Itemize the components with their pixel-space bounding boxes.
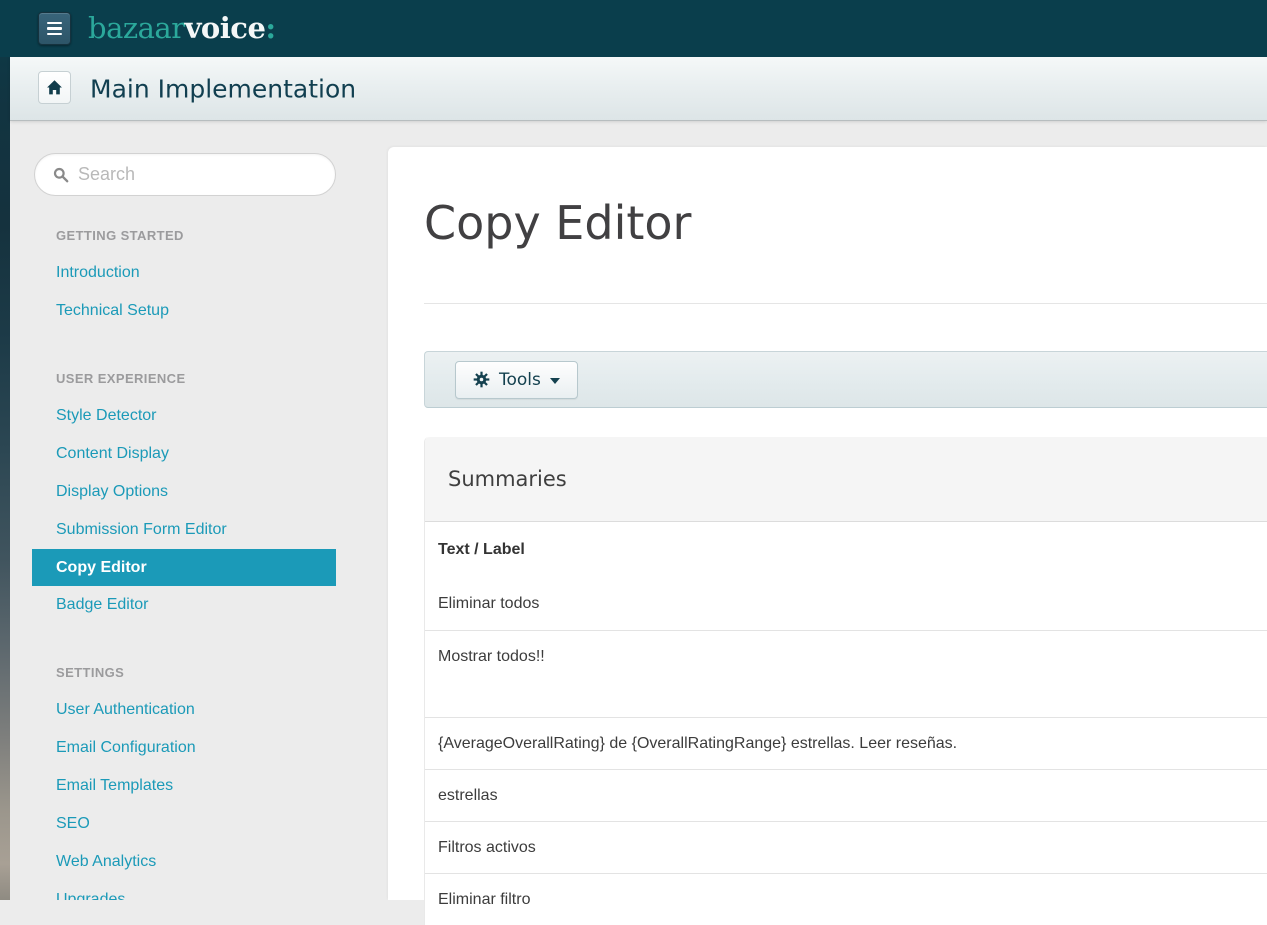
logo-text-bazaar: bazaar (88, 10, 185, 45)
sidebar-item-submission-form-editor[interactable]: Submission Form Editor (56, 511, 388, 549)
sidebar-section-label: USER EXPERIENCE (56, 370, 186, 386)
summaries-panel: Summaries Text / Label Eliminar todos Mos… (424, 437, 1267, 925)
sidebar-item-web-analytics[interactable]: Web Analytics (56, 843, 388, 881)
content-area: GETTING STARTED IntroductionTechnical Set… (10, 122, 1267, 925)
table-column-header: Text / Label (425, 522, 1267, 578)
table-row[interactable]: estrellas (425, 769, 1267, 821)
tools-button[interactable]: Tools (455, 360, 578, 399)
sidebar-item-upgrades[interactable]: Upgrades (56, 881, 388, 900)
table-row[interactable]: Eliminar filtro (425, 873, 1267, 925)
sidebar-section: SETTINGS User Authentication Email Configu… (56, 653, 388, 901)
sidebar-item-badge-editor[interactable]: Badge Editor (56, 586, 388, 624)
logo-text-voice: voice (184, 10, 266, 45)
sidebar-section: USER EXPERIENCE Style Detector Content Dis… (32, 359, 388, 624)
copy-table: Eliminar todos Mostrar todos!! {AverageOve… (425, 578, 1267, 925)
logo-colon: : (265, 10, 276, 45)
sidebar-item-introduction[interactable]: Introduction (56, 254, 388, 292)
main-content: Copy Editor Tools Summaries Text / Label… (388, 147, 1267, 925)
implementation-title: Main Implementation (90, 74, 357, 103)
home-icon (47, 80, 62, 95)
search-box (34, 153, 336, 196)
search-icon (53, 167, 69, 182)
sidebar-item-display-options[interactable]: Display Options (56, 473, 388, 511)
toolbar: Tools (424, 351, 1267, 408)
top-header: bazaarvoice: (0, 0, 1267, 57)
sidebar-item-email-configuration[interactable]: Email Configuration (56, 729, 388, 767)
panel-header: Summaries (425, 437, 1267, 522)
table-row[interactable]: Mostrar todos!! (425, 630, 1267, 717)
implementation-header: Main Implementation (10, 57, 1267, 121)
divider (424, 303, 1267, 304)
table-row[interactable]: Filtros activos (425, 821, 1267, 873)
sidebar: GETTING STARTED IntroductionTechnical Set… (10, 122, 388, 900)
table-row[interactable]: Eliminar todos (425, 578, 1267, 630)
page-title: Copy Editor (424, 196, 692, 250)
sidebar-item-user-authentication[interactable]: User Authentication (56, 691, 388, 729)
table-row[interactable]: {AverageOverallRating} de {OverallRating… (425, 717, 1267, 769)
bazaarvoice-logo: bazaarvoice: (88, 13, 276, 42)
sidebar-section-label: GETTING STARTED (56, 227, 184, 243)
sidebar-item-technical-setup[interactable]: Technical Setup (56, 292, 388, 330)
sidebar-item-seo[interactable]: SEO (56, 805, 388, 843)
background-page-strip (0, 0, 10, 900)
gear-icon (473, 371, 490, 388)
panel-title: Summaries (448, 467, 567, 491)
sidebar-item-email-templates[interactable]: Email Templates (56, 767, 388, 805)
tools-button-label: Tools (499, 369, 541, 390)
home-button[interactable] (38, 71, 71, 104)
menu-button[interactable] (38, 12, 71, 45)
sidebar-item-style-detector[interactable]: Style Detector (56, 397, 388, 435)
search-input[interactable] (78, 164, 308, 185)
caret-down-icon (549, 377, 560, 384)
sidebar-item-copy-editor[interactable]: Copy Editor (32, 549, 336, 586)
sidebar-item-content-display[interactable]: Content Display (56, 435, 388, 473)
sidebar-nav: GETTING STARTED Introduction Technical Set… (10, 216, 388, 900)
sidebar-section-label: SETTINGS (56, 664, 125, 680)
sidebar-section: GETTING STARTED Introduction Technical Set… (56, 216, 388, 330)
